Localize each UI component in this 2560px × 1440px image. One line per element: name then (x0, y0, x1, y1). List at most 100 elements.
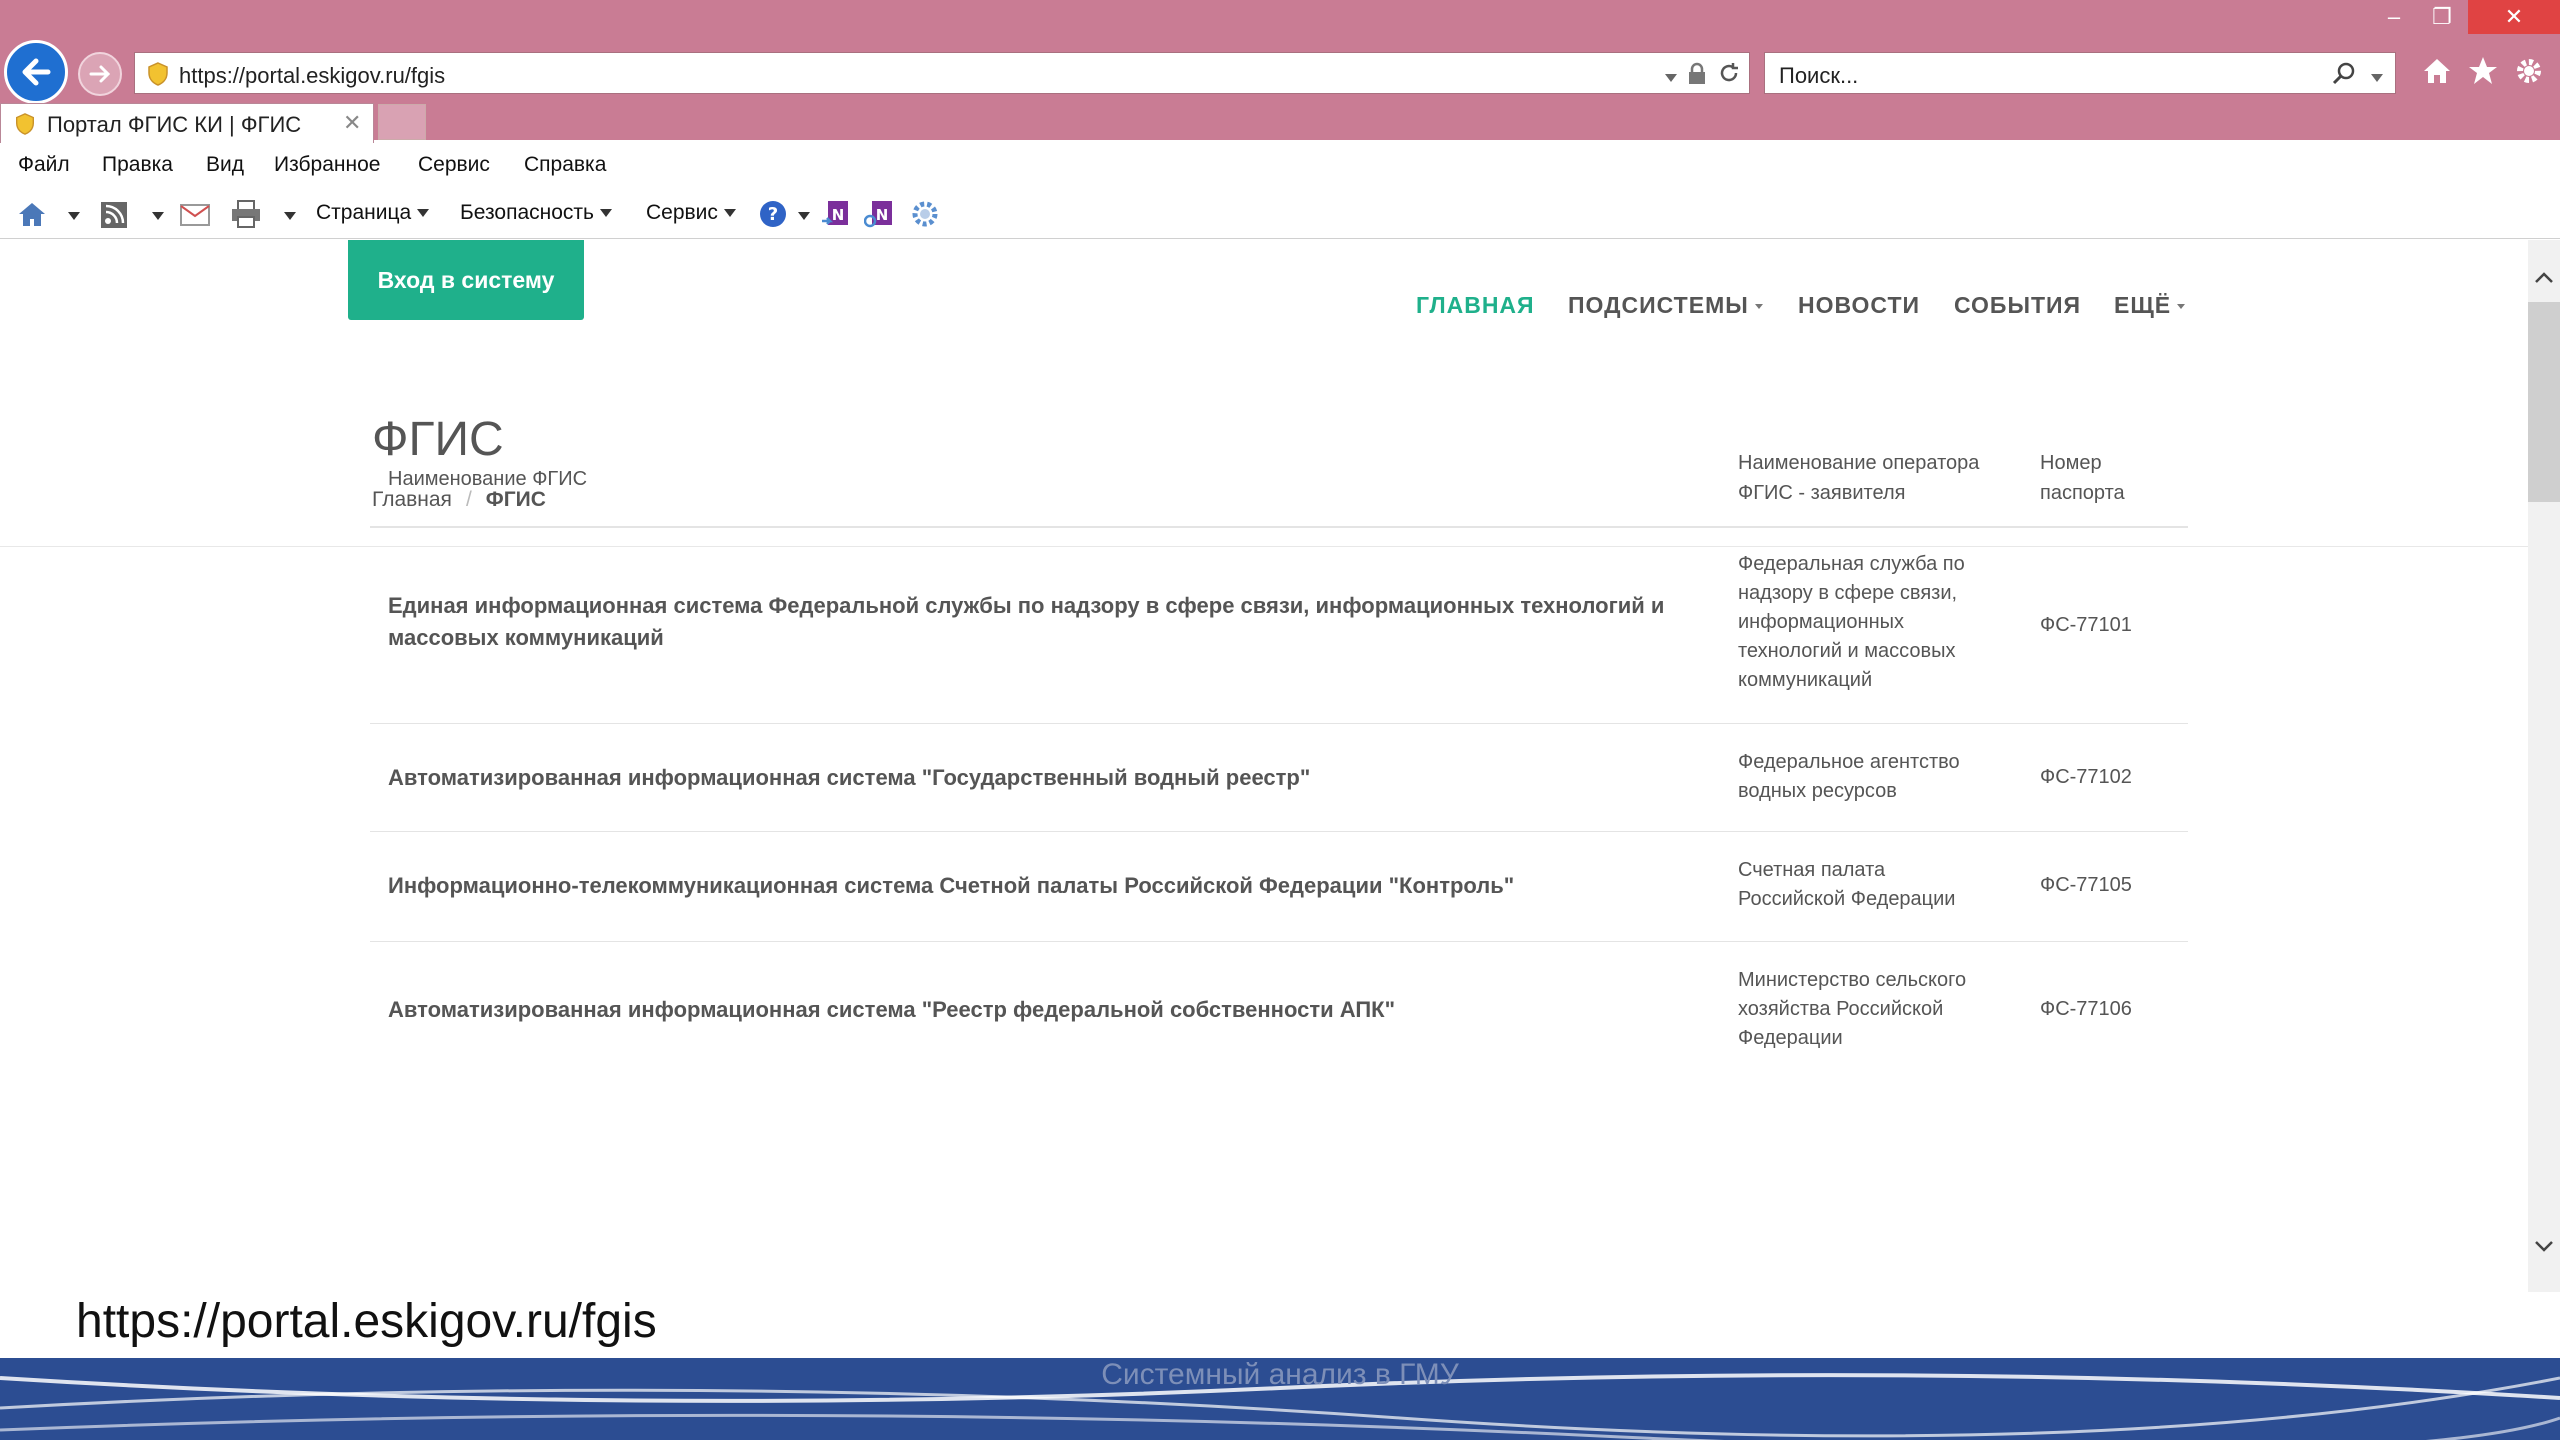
row-name-line1: Информационно-телекоммуникационная систе… (388, 873, 1515, 898)
login-button[interactable]: Вход в систему (348, 240, 584, 320)
footer-caption: Системный анализ в ГМУ (1101, 1358, 1459, 1391)
address-bar[interactable]: https://portal.eskigov.ru/fgis (134, 52, 1750, 94)
help-icon[interactable]: ? (758, 199, 788, 229)
url-text: https://portal.eskigov.ru/fgis (179, 63, 446, 88)
web-page: Вход в систему ГЛАВНАЯ ПОДСИСТЕМЫ НОВОСТ… (0, 240, 2528, 1292)
row-operator-line: коммуникаций (1738, 669, 1873, 691)
tab-title: Портал ФГИС КИ | ФГИС (47, 112, 302, 137)
browser-tab-active[interactable]: Портал ФГИС КИ | ФГИС ✕ (0, 103, 374, 143)
tab-favicon-icon (16, 113, 34, 135)
header-operator-line1: Наименование оператора (1738, 452, 1980, 474)
menu-tools[interactable]: Сервис (418, 153, 490, 177)
row-operator-line: водных ресурсов (1738, 780, 1897, 802)
row-operator-line: Министерство сельского (1738, 969, 1967, 991)
home-toolbar-icon[interactable] (16, 199, 48, 229)
row-name-line1: Единая информационная система Федерально… (388, 593, 1665, 618)
lock-icon[interactable] (1687, 62, 1707, 86)
header-passport-line2: паспорта (2040, 482, 2125, 504)
menu-favorites[interactable]: Избранное (274, 153, 380, 177)
table-row[interactable]: Информационно-телекоммуникационная систе… (370, 832, 2188, 942)
nav-home[interactable]: ГЛАВНАЯ (1416, 292, 1535, 319)
minimize-button[interactable]: – (2372, 0, 2416, 34)
row-operator-line: Федеральное агентство (1738, 751, 1960, 773)
command-bar: Страница Безопасность Сервис ? N N (0, 187, 2560, 239)
browser-chrome: – ❐ ✕ https://portal.eskigov.ru/fgis Пои… (0, 0, 2560, 143)
row-operator-line: Счетная палата (1738, 859, 1886, 881)
row-passport-number: ФС-77106 (2040, 998, 2132, 1020)
back-arrow-icon (22, 58, 51, 86)
row-operator-line: технологий и массовых (1738, 640, 1956, 662)
url-caption-band: https://portal.eskigov.ru/fgis (0, 1292, 2560, 1358)
table-row[interactable]: Автоматизированная информационная систем… (370, 942, 2188, 1082)
forward-arrow-icon (89, 65, 111, 83)
svg-text:?: ? (768, 204, 778, 225)
row-operator-line: хозяйства Российской (1738, 998, 1944, 1020)
search-dropdown-icon[interactable] (2365, 69, 2383, 87)
menu-help[interactable]: Справка (524, 153, 606, 177)
close-window-button[interactable]: ✕ (2468, 0, 2560, 34)
site-shield-icon (148, 62, 168, 86)
vertical-scrollbar[interactable] (2528, 240, 2560, 1292)
scroll-up-icon[interactable] (2534, 270, 2554, 284)
row-name-line1: Автоматизированная информационная систем… (388, 765, 1311, 790)
onenote-send-icon[interactable]: N (820, 199, 850, 229)
row-passport-number: ФС-77105 (2040, 874, 2132, 896)
page-menu-label: Страница (316, 201, 412, 224)
tab-close-icon[interactable]: ✕ (343, 110, 361, 136)
scroll-down-icon[interactable] (2534, 1240, 2554, 1254)
header-operator-line2: ФГИС - заявителя (1738, 482, 1906, 504)
row-operator-line: Федерации (1738, 1027, 1843, 1049)
scrollbar-thumb[interactable] (2528, 302, 2560, 502)
row-operator-line: информационных (1738, 611, 1905, 633)
table-header: Наименование ФГИС Наименование оператора… (370, 430, 2188, 528)
subsystems-chevron-icon (1754, 304, 1763, 310)
print-icon[interactable] (230, 199, 262, 229)
back-button[interactable] (4, 40, 68, 104)
header-name: Наименование ФГИС (388, 468, 588, 490)
browser-search-box[interactable]: Поиск... (1764, 52, 2396, 94)
onenote-linked-icon[interactable]: N (864, 199, 894, 229)
row-operator-line: Российской Федерации (1738, 888, 1956, 910)
table-row[interactable]: Автоматизированная информационная систем… (370, 724, 2188, 832)
new-tab-button[interactable] (378, 104, 426, 140)
addon-gear-icon[interactable] (910, 199, 940, 229)
rss-feed-icon[interactable] (100, 201, 128, 229)
menu-bar: Файл Правка Вид Избранное Сервис Справка (0, 143, 2560, 187)
settings-gear-icon[interactable] (2512, 54, 2546, 88)
row-passport-number: ФС-77101 (2040, 614, 2132, 636)
home-dropdown-icon[interactable] (62, 207, 80, 225)
nav-events[interactable]: СОБЫТИЯ (1954, 292, 2081, 319)
slide-footer: Системный анализ в ГМУ (0, 1358, 2560, 1440)
row-operator-line: надзору в сфере связи, (1738, 582, 1958, 604)
address-dropdown-icon[interactable] (1659, 69, 1677, 87)
feed-dropdown-icon[interactable] (146, 207, 164, 225)
nav-subsystems[interactable]: ПОДСИСТЕМЫ (1568, 292, 1763, 319)
table-row[interactable]: Единая информационная система Федерально… (370, 528, 2188, 724)
row-operator-line: Федеральная служба по (1738, 553, 1965, 575)
restore-button[interactable]: ❐ (2420, 0, 2464, 34)
security-menu[interactable]: Безопасность (460, 201, 612, 225)
refresh-icon[interactable] (1717, 61, 1741, 85)
mail-icon[interactable] (180, 203, 210, 227)
nav-news[interactable]: НОВОСТИ (1798, 292, 1920, 319)
menu-file[interactable]: Файл (18, 153, 70, 177)
forward-button[interactable] (78, 52, 122, 96)
url-caption: https://portal.eskigov.ru/fgis (76, 1295, 657, 1348)
security-menu-label: Безопасность (460, 201, 594, 224)
help-dropdown-icon[interactable] (792, 207, 810, 225)
row-name-line1: Автоматизированная информационная систем… (388, 997, 1396, 1022)
favorites-star-icon[interactable] (2466, 54, 2500, 88)
page-menu[interactable]: Страница (316, 201, 430, 225)
nav-more[interactable]: ЕЩЁ (2114, 292, 2186, 319)
nav-more-label: ЕЩЁ (2114, 292, 2172, 318)
tools-menu[interactable]: Сервис (646, 201, 736, 225)
print-dropdown-icon[interactable] (278, 207, 296, 225)
header-passport-line1: Номер (2040, 452, 2102, 474)
home-icon[interactable] (2420, 54, 2454, 88)
search-icon[interactable] (2331, 61, 2357, 87)
svg-text:N: N (876, 206, 889, 224)
menu-view[interactable]: Вид (206, 153, 244, 177)
tools-menu-label: Сервис (646, 201, 718, 224)
row-passport-number: ФС-77102 (2040, 766, 2132, 788)
menu-edit[interactable]: Правка (102, 153, 173, 177)
